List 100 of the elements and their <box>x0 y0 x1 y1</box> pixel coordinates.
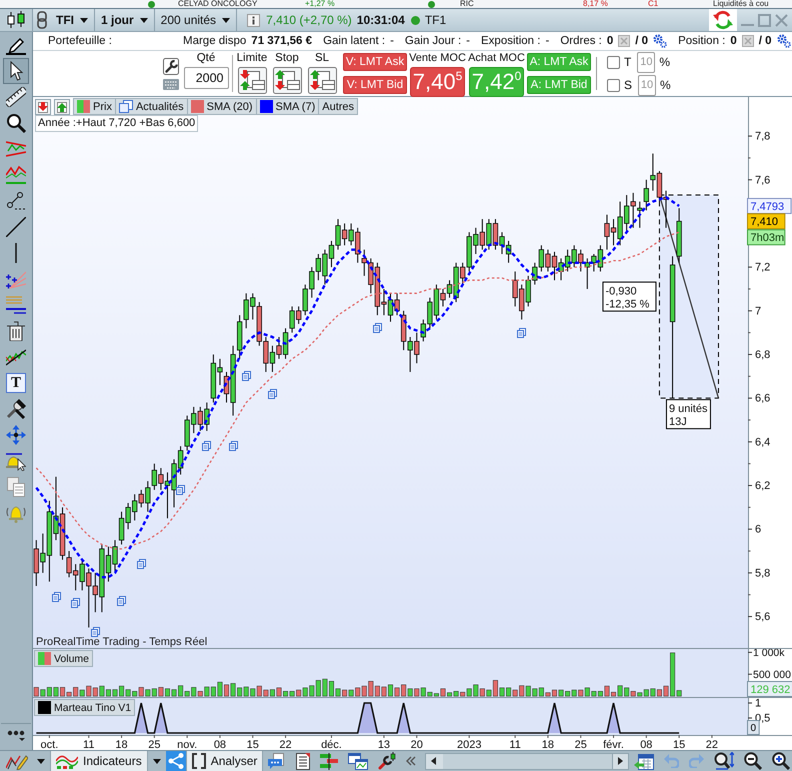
candle-swatch-icon <box>38 652 51 665</box>
order-ticket-icon[interactable] <box>308 67 336 94</box>
refresh-icon[interactable] <box>709 9 737 31</box>
wave-line-icon[interactable] <box>6 347 26 367</box>
news-icon[interactable] <box>268 388 277 399</box>
gear-icon[interactable] <box>653 34 668 48</box>
segment-icon[interactable] <box>6 191 26 211</box>
indicators-button[interactable]: Indicateurs <box>50 751 148 771</box>
axis-label: 20 <box>410 739 423 750</box>
account-label: Marge dispo <box>183 35 246 47</box>
axis-label: 15 <box>673 739 686 750</box>
alert-cursor-icon[interactable] <box>6 451 26 471</box>
line-icon[interactable] <box>6 217 26 237</box>
zoom-in-icon[interactable] <box>772 752 790 770</box>
period-dropdown[interactable]: 1 jour <box>95 9 155 31</box>
double-chevron-icon[interactable] <box>406 756 416 766</box>
search-icon[interactable] <box>6 113 26 133</box>
candles-icon[interactable] <box>0 9 33 31</box>
account-value: 0 <box>606 35 614 47</box>
news-icon[interactable] <box>71 598 80 608</box>
symbol-dropdown[interactable]: TFI <box>50 9 95 31</box>
windows-icon[interactable] <box>348 752 368 770</box>
axis-label: 6,6 <box>755 392 770 405</box>
axis-label: 5,8 <box>755 567 770 580</box>
news-icon[interactable] <box>242 371 251 382</box>
axis-label: 6,8 <box>755 348 770 361</box>
left-arrow-icon[interactable] <box>431 757 436 765</box>
caret-icon[interactable] <box>152 758 161 764</box>
sell-price-button[interactable]: 7,40$^{5}$ <box>410 67 465 97</box>
trash-icon[interactable] <box>6 321 26 341</box>
bars-icon[interactable] <box>320 752 338 770</box>
threshold-label: S <box>624 78 632 92</box>
candle-swatch-icon <box>77 100 90 113</box>
keyboard-icon[interactable] <box>163 78 179 90</box>
legend-tab[interactable]: Volume <box>34 650 94 667</box>
gear-icon[interactable] <box>776 34 791 48</box>
more-icon[interactable] <box>7 730 25 742</box>
order-ticket-icon[interactable] <box>272 67 302 94</box>
link-icon[interactable] <box>37 11 47 29</box>
caret-icon[interactable] <box>140 18 148 22</box>
axis-label: 15 <box>246 739 259 750</box>
cursor-icon[interactable] <box>3 58 29 84</box>
axis-label: 13 <box>378 739 390 750</box>
info-icon[interactable] <box>247 14 260 26</box>
news-icon[interactable] <box>202 441 212 452</box>
move-icon[interactable] <box>6 425 26 445</box>
analyse-button[interactable]: Analyser <box>186 751 264 771</box>
news-icon[interactable] <box>90 626 100 637</box>
news-icon[interactable] <box>372 323 382 334</box>
wrench-icon[interactable] <box>163 58 179 74</box>
news-icon[interactable] <box>136 559 146 570</box>
right-arrow-icon[interactable] <box>618 757 624 765</box>
legend-tab[interactable]: Marteau Tino V1 <box>34 699 136 716</box>
feed-label: ProRealTime Trading - Temps Réel <box>36 636 208 648</box>
sell-button[interactable]: V: LMT Bid <box>343 76 407 94</box>
account-label: Exposition : <box>481 35 540 47</box>
copy-icon[interactable] <box>6 477 26 497</box>
legend-tab[interactable]: SMA (7) <box>256 98 320 115</box>
ruler-icon[interactable] <box>6 87 26 107</box>
legend-tab[interactable]: SMA (20) <box>188 98 257 115</box>
news-icon[interactable] <box>228 441 238 452</box>
share-icon[interactable] <box>166 751 186 771</box>
axis-label: 1 000k <box>753 648 785 659</box>
scrollbar[interactable] <box>425 752 630 770</box>
account-label: Portefeuille : <box>48 35 112 47</box>
account-label: Position : <box>678 35 726 47</box>
zoom-out-icon[interactable] <box>744 752 762 770</box>
caret-icon[interactable] <box>222 18 230 22</box>
fan-icon[interactable] <box>6 269 26 289</box>
legend-tab[interactable]: Autres <box>319 98 358 115</box>
sell-button[interactable]: V: LMT Ask <box>343 53 407 71</box>
axis-label: nov. <box>177 739 198 750</box>
account-value: 71 371,56 € <box>251 35 312 47</box>
text-tool-icon[interactable]: T <box>6 373 26 393</box>
quantity-field[interactable]: 2000 <box>184 67 228 89</box>
account-label: Gain Jour : <box>404 35 462 47</box>
collapse-icon[interactable] <box>35 98 51 114</box>
news-icon[interactable] <box>52 592 60 602</box>
caret-icon[interactable] <box>37 758 45 764</box>
tools-icon[interactable] <box>6 399 26 419</box>
measure-box[interactable] <box>658 194 720 399</box>
units-dropdown[interactable]: 200 unités <box>154 9 238 31</box>
caret-icon[interactable] <box>80 18 88 22</box>
fibonacci-icon[interactable] <box>6 295 26 315</box>
chat-icon[interactable] <box>268 753 286 769</box>
legend-tab[interactable]: Prix <box>73 98 116 115</box>
order-ticket-icon[interactable] <box>238 67 266 94</box>
expand-icon[interactable] <box>54 98 70 114</box>
scrollbar-thumb[interactable] <box>443 754 614 768</box>
moc-label: Achat MOC <box>468 52 525 65</box>
axis-label: 6 <box>755 524 762 536</box>
news-icon[interactable] <box>176 484 186 495</box>
document-icon[interactable] <box>296 752 310 770</box>
wrench-candle-icon[interactable] <box>378 752 396 770</box>
zoom-vertical-icon[interactable] <box>714 752 734 770</box>
order-type-label: Stop <box>275 52 299 65</box>
calendar-icon[interactable] <box>634 752 654 770</box>
news-icon[interactable] <box>517 328 526 338</box>
news-icon[interactable] <box>117 596 126 606</box>
legend-tab[interactable]: Actualités <box>116 98 188 115</box>
